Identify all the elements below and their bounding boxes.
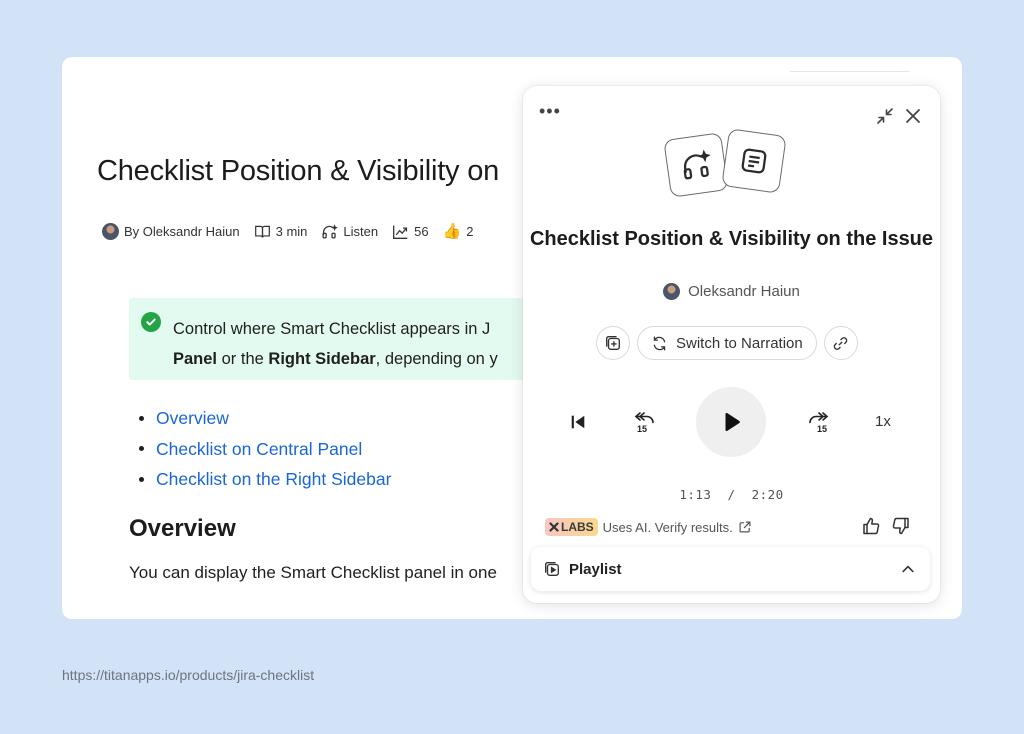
- switch-to-narration-button[interactable]: Switch to Narration: [637, 326, 817, 360]
- divider: [790, 71, 910, 72]
- thumbs-up-icon[interactable]: [861, 516, 881, 536]
- info-callout: Control where Smart Checklist appears in…: [129, 298, 549, 380]
- callout-line-2: Panel or the Right Sidebar, depending on…: [173, 350, 498, 368]
- chevron-up-icon[interactable]: [900, 561, 916, 577]
- author-name: By Oleksandr Haiun: [124, 223, 240, 239]
- check-circle-icon: [141, 312, 161, 332]
- add-to-playlist-icon: [606, 336, 620, 350]
- external-link-icon[interactable]: [738, 520, 752, 534]
- switch-to-narration-label: Switch to Narration: [676, 334, 803, 352]
- document-tile: [721, 128, 787, 194]
- player-title: Checklist Position & Visibility on the I…: [529, 228, 934, 250]
- time-total: 2:20: [751, 487, 784, 502]
- listen-button[interactable]: Listen: [321, 223, 378, 240]
- svg-text:15: 15: [817, 424, 827, 434]
- collapse-icon[interactable]: [875, 106, 895, 126]
- skip-to-start-button[interactable]: [567, 411, 589, 433]
- article-meta: By Oleksandr Haiun 3 min Listen 56 👍 2: [102, 222, 474, 240]
- likes-meta[interactable]: 👍 2: [443, 222, 474, 240]
- playlist-label: Playlist: [569, 560, 622, 578]
- thumbs-down-icon[interactable]: [891, 516, 911, 536]
- toc-link-central-panel[interactable]: Checklist on Central Panel: [139, 434, 391, 465]
- headphones-tile: [663, 132, 729, 198]
- rewind-15-icon: 15: [634, 412, 654, 434]
- headphones-sparkle-icon: [322, 223, 339, 239]
- close-icon[interactable]: [903, 106, 923, 126]
- labs-badge: LABS: [545, 518, 598, 536]
- player-author: Oleksandr Haiun: [523, 283, 940, 300]
- section-paragraph: You can display the Smart Checklist pane…: [129, 563, 497, 582]
- views-count: 56: [414, 223, 429, 239]
- document-text-icon: [741, 148, 767, 174]
- refresh-icon: [653, 335, 666, 351]
- feedback-buttons: [861, 516, 911, 536]
- listen-label: Listen: [343, 223, 379, 239]
- player-author-name: Oleksandr Haiun: [688, 283, 800, 300]
- book-icon: [254, 225, 270, 238]
- time-readout: 1:13 / 2:20: [523, 487, 940, 502]
- time-separator: /: [727, 487, 736, 502]
- player-actions: Switch to Narration: [596, 326, 858, 360]
- read-time: 3 min: [275, 223, 308, 239]
- audio-article-illustration: [663, 128, 795, 206]
- link-icon: [833, 336, 848, 350]
- playlist-toggle[interactable]: Playlist: [531, 547, 930, 591]
- headphones-sparkle-icon: [683, 149, 711, 180]
- playlist-icon: [545, 562, 559, 576]
- playback-speed-button[interactable]: 1x: [875, 413, 891, 430]
- forward-15-button[interactable]: 15: [804, 409, 832, 435]
- audio-player-panel: ••• Checklist Position & Visibility on t…: [523, 86, 940, 603]
- time-current: 1:13: [679, 487, 712, 502]
- playback-controls: 15 15 1x: [523, 387, 940, 459]
- callout-line-1: Control where Smart Checklist appears in…: [173, 320, 491, 338]
- table-of-contents: Overview Checklist on Central Panel Chec…: [139, 403, 391, 495]
- play-button[interactable]: [696, 387, 766, 457]
- more-options-icon[interactable]: •••: [539, 102, 561, 120]
- author-avatar: [663, 283, 681, 300]
- rewind-15-button[interactable]: 15: [631, 409, 659, 435]
- copy-link-button[interactable]: [823, 326, 858, 360]
- labs-text: Uses AI. Verify results.: [602, 519, 733, 535]
- article-title: Checklist Position & Visibility on: [97, 155, 500, 187]
- author-meta[interactable]: By Oleksandr Haiun: [102, 222, 240, 240]
- skip-back-icon: [571, 415, 585, 429]
- author-avatar: [102, 222, 119, 240]
- read-time-meta: 3 min: [254, 223, 308, 240]
- views-meta: 56: [392, 223, 429, 240]
- toc-link-overview[interactable]: Overview: [139, 403, 391, 434]
- source-url: https://titanapps.io/products/jira-check…: [62, 667, 315, 683]
- labs-disclaimer: LABS Uses AI. Verify results.: [545, 518, 752, 536]
- trending-icon: [393, 225, 408, 239]
- play-icon: [725, 412, 740, 432]
- labs-logo-icon: [549, 522, 559, 532]
- toc-link-right-sidebar[interactable]: Checklist on the Right Sidebar: [139, 464, 391, 495]
- svg-text:15: 15: [637, 424, 647, 434]
- likes-count: 2: [466, 223, 474, 239]
- add-to-playlist-button[interactable]: [596, 326, 630, 360]
- thumbs-up-emoji-icon: 👍: [442, 223, 462, 240]
- section-heading: Overview: [129, 515, 236, 542]
- forward-15-icon: 15: [809, 412, 829, 434]
